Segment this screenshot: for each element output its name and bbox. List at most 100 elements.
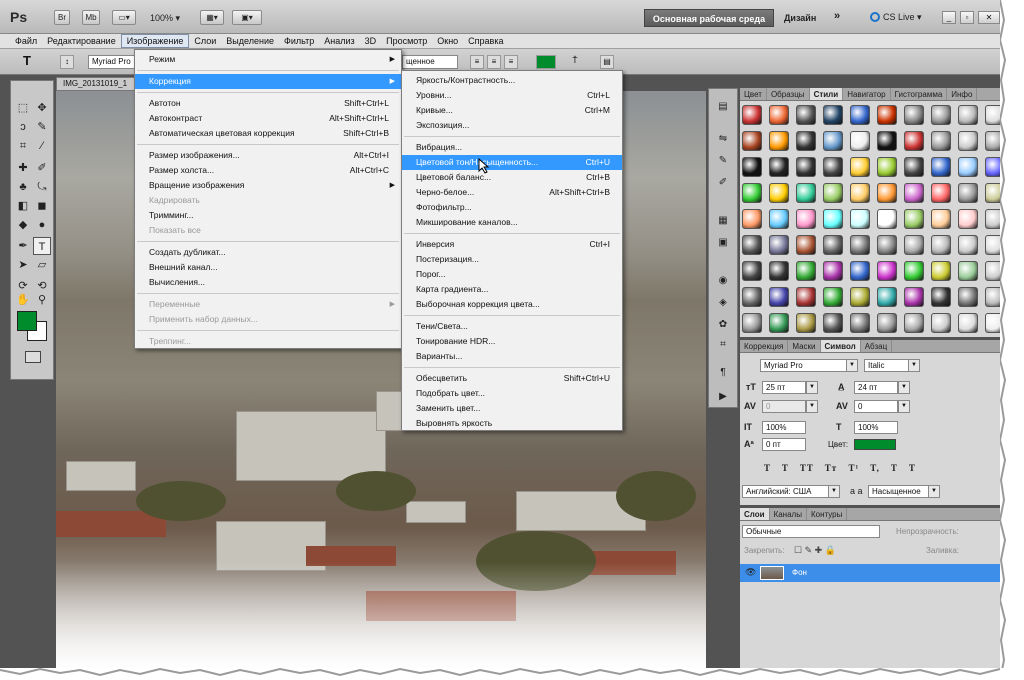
- style-swatch[interactable]: [985, 183, 1000, 203]
- style-swatch[interactable]: [823, 131, 843, 151]
- style-swatch[interactable]: [904, 287, 924, 307]
- style-swatch[interactable]: [958, 313, 978, 333]
- style-swatch[interactable]: [877, 313, 897, 333]
- style-swatch[interactable]: [769, 261, 789, 281]
- style-swatch[interactable]: [769, 235, 789, 255]
- marquee-tool-icon[interactable]: ⬚: [14, 99, 32, 117]
- view-extras-button[interactable]: ▭▾: [112, 10, 136, 25]
- style-swatch[interactable]: [796, 157, 816, 177]
- menu-item[interactable]: Черно-белое... Alt+Shift+Ctrl+B: [402, 185, 622, 200]
- typographic-style-buttons[interactable]: T T TT Tт T¹ T, T T: [764, 463, 916, 473]
- panel-tab[interactable]: Абзац: [861, 340, 893, 352]
- style-swatch[interactable]: [877, 261, 897, 281]
- menu-item[interactable]: Обесцветить Shift+Ctrl+U: [402, 371, 622, 386]
- clone-source-icon[interactable]: ▦: [715, 213, 731, 229]
- style-swatch[interactable]: [985, 235, 1000, 255]
- style-swatch[interactable]: [958, 183, 978, 203]
- minimize-icon[interactable]: _: [942, 11, 956, 24]
- style-swatch[interactable]: [850, 235, 870, 255]
- more-workspaces-chevron-icon[interactable]: »: [834, 10, 840, 22]
- style-swatch[interactable]: [742, 131, 762, 151]
- notes-panel-icon[interactable]: ✿: [715, 317, 731, 333]
- panel-tab[interactable]: Цвет: [740, 88, 767, 100]
- chevron-down-icon[interactable]: ▼: [846, 359, 858, 372]
- char-color-swatch[interactable]: [854, 439, 896, 450]
- menu-item[interactable]: Уровни... Ctrl+L: [402, 88, 622, 103]
- style-swatch[interactable]: [850, 287, 870, 307]
- menu-item[interactable]: Вращение изображения ▶: [135, 178, 401, 193]
- history-panel-icon[interactable]: ⇋: [715, 131, 731, 147]
- panel-tab[interactable]: Коррекция: [740, 340, 789, 352]
- crop-tool-icon[interactable]: ⌗: [14, 137, 32, 155]
- style-swatch[interactable]: [877, 131, 897, 151]
- arrange-documents-button[interactable]: ▦▾: [200, 10, 224, 25]
- style-swatch[interactable]: [958, 261, 978, 281]
- style-swatch[interactable]: [769, 157, 789, 177]
- chevron-down-icon[interactable]: ▼: [806, 400, 818, 413]
- shape-tool-icon[interactable]: ▱: [33, 256, 51, 274]
- warp-text-icon[interactable]: Ť: [568, 55, 582, 69]
- style-swatch[interactable]: [931, 287, 951, 307]
- chevron-down-icon[interactable]: ▼: [928, 485, 940, 498]
- style-swatch[interactable]: [796, 313, 816, 333]
- style-swatch[interactable]: [904, 131, 924, 151]
- gradient-tool-icon[interactable]: ◼: [33, 197, 51, 215]
- menu-item[interactable]: Тримминг...: [135, 208, 401, 223]
- menu-item[interactable]: Автотон Shift+Ctrl+L: [135, 96, 401, 111]
- style-swatch[interactable]: [958, 105, 978, 125]
- style-swatch[interactable]: [904, 209, 924, 229]
- menu-item[interactable]: Подобрать цвет...: [402, 386, 622, 401]
- layer-row-background[interactable]: 👁 Фон: [740, 564, 1000, 582]
- style-swatch[interactable]: [877, 209, 897, 229]
- style-swatch[interactable]: [742, 287, 762, 307]
- move-tool-icon[interactable]: ✥: [33, 99, 51, 117]
- menu-3[interactable]: Слои: [189, 34, 221, 48]
- panel-tab[interactable]: Маски: [788, 340, 821, 352]
- style-swatch[interactable]: [823, 209, 843, 229]
- menu-4[interactable]: Выделение: [221, 34, 279, 48]
- workspace-essentials-button[interactable]: Основная рабочая среда: [644, 9, 774, 27]
- style-swatch[interactable]: [877, 287, 897, 307]
- menu-item[interactable]: Яркость/Контрастность...: [402, 73, 622, 88]
- close-icon[interactable]: ✕: [978, 11, 1000, 24]
- style-swatch[interactable]: [850, 131, 870, 151]
- menu-item[interactable]: Тени/Света...: [402, 319, 622, 334]
- lock-icons[interactable]: ☐ ✎ ✚ 🔒: [794, 545, 836, 556]
- chevron-down-icon[interactable]: ▼: [908, 359, 920, 372]
- style-swatch[interactable]: [958, 131, 978, 151]
- style-swatch[interactable]: [877, 183, 897, 203]
- menu-item[interactable]: Размер изображения... Alt+Ctrl+I: [135, 148, 401, 163]
- style-swatch[interactable]: [931, 105, 951, 125]
- style-swatch[interactable]: [931, 209, 951, 229]
- bridge-button[interactable]: Br: [54, 10, 70, 25]
- style-swatch[interactable]: [985, 209, 1000, 229]
- menu-item[interactable]: Фотофильтр...: [402, 200, 622, 215]
- animation-panel-icon[interactable]: ⌗: [715, 337, 731, 353]
- style-swatch[interactable]: [904, 157, 924, 177]
- style-swatch[interactable]: [985, 157, 1000, 177]
- panel-tab[interactable]: Символ: [820, 340, 861, 352]
- menu-10[interactable]: Справка: [463, 34, 508, 48]
- healing-brush-tool-icon[interactable]: ✚: [14, 159, 32, 177]
- clone-stamp-tool-icon[interactable]: ♣: [14, 178, 32, 196]
- panel-tab[interactable]: Инфо: [947, 88, 978, 100]
- panel-tab[interactable]: Образцы: [767, 88, 810, 100]
- brush-presets-icon[interactable]: ✎: [715, 153, 731, 169]
- chevron-down-icon[interactable]: ▼: [898, 381, 910, 394]
- style-swatch[interactable]: [931, 183, 951, 203]
- style-swatch[interactable]: [769, 131, 789, 151]
- minibridge-panel-icon[interactable]: ▤: [715, 99, 731, 115]
- style-swatch[interactable]: [985, 313, 1000, 333]
- menu-item[interactable]: Микширование каналов...: [402, 215, 622, 230]
- dodge-tool-icon[interactable]: ●: [33, 216, 51, 234]
- style-swatch[interactable]: [850, 209, 870, 229]
- menu-item[interactable]: Автоконтраст Alt+Shift+Ctrl+L: [135, 111, 401, 126]
- style-swatch[interactable]: [769, 183, 789, 203]
- zoom-level[interactable]: 100% ▾: [150, 13, 180, 24]
- style-swatch[interactable]: [823, 313, 843, 333]
- style-swatch[interactable]: [742, 209, 762, 229]
- style-swatch[interactable]: [877, 235, 897, 255]
- style-swatch[interactable]: [877, 105, 897, 125]
- style-swatch[interactable]: [985, 287, 1000, 307]
- chevron-down-icon[interactable]: ▼: [898, 400, 910, 413]
